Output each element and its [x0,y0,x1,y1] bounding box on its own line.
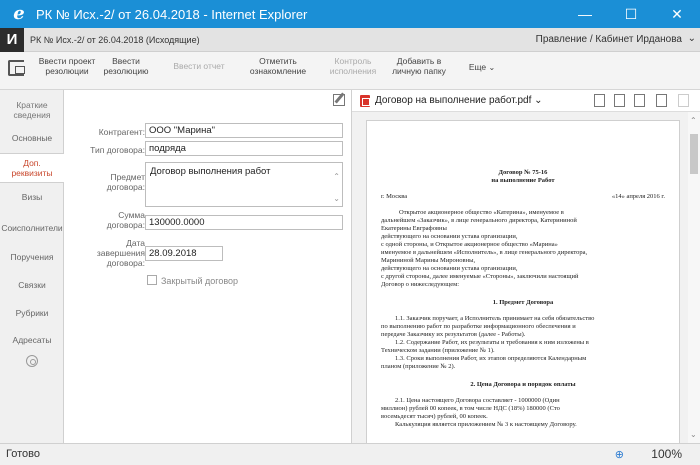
scroll-up-icon[interactable]: ⌃ [690,116,697,125]
window-controls: — ☐ ✕ [562,0,700,28]
scroll-down-icon[interactable]: ⌄ [690,430,697,439]
edit-icon[interactable] [333,94,345,106]
sidebar: Краткие сведения Основные Доп. реквизиты В… [0,90,64,443]
end-date-field[interactable]: 28.09.2018 [145,246,223,261]
copy-document-icon[interactable] [634,94,645,107]
status-bar: Готово ⊕ 100% [0,443,700,465]
panel-toggle-icon[interactable] [8,60,25,76]
textarea-scroll[interactable]: ⌃ ⌄ [333,166,340,210]
doc-line: с другой стороны, далее именуемые «Сторо… [381,273,579,280]
doc-line: дальнейшем «Заказчик», в лице генерально… [381,217,577,224]
maximize-button[interactable]: ☐ [608,0,654,28]
sidebar-item-rubrics[interactable]: Рубрики [0,308,64,318]
enter-draft-resolution-button[interactable]: Ввести проект резолюции [38,56,96,76]
sidebar-item-coexecutors[interactable]: Соисполнители [0,223,64,233]
doc-line: передаче Заказчику их результатов (далее… [381,331,526,338]
more-button[interactable]: Еще ⌄ [462,62,502,73]
enter-resolution-button[interactable]: Ввести резолюцию [98,56,154,76]
sidebar-item-summary[interactable]: Краткие сведения [0,100,64,120]
execution-control-button[interactable]: Контроль исполнения [326,56,380,76]
doc-line: Договор о нижеследующем: [381,281,460,288]
doc-line: 1.1. Заказчик поручает, а Исполнитель пр… [395,315,595,322]
pdf-icon [360,94,370,107]
subject-field[interactable]: Договор выполнения работ ⌃ ⌄ [145,162,343,207]
new-document-icon[interactable] [594,94,605,107]
window-title-bar: e РК № Исх.-2/ от 26.04.2018 - Internet … [0,0,700,28]
user-cabinet[interactable]: Правление / Кабинет Ирданова [536,34,682,45]
doc-line: восемьдесят тысяч) рублей, 00 копеек. [381,413,488,420]
sidebar-item-assignments[interactable]: Поручения [0,252,64,262]
zoom-icon[interactable]: ⊕ [615,448,624,461]
scroll-thumb[interactable] [690,134,698,174]
internet-explorer-icon: e [13,3,25,24]
details-form: Контрагент: ООО "Марина" Тип договора: п… [65,90,350,443]
document-viewer: Договор на выполнение работ.pdf ⌄ Догово… [351,90,700,450]
doc-line: именуемое в дальнейшем «Исполнитель», в … [381,249,588,256]
subject-label: Предмет договора: [106,172,145,192]
sidebar-item-links[interactable]: Связки [0,280,64,290]
doc-line: Открытое акционерное общество «Катерина»… [399,209,564,216]
sum-label: Сумма договора: [106,210,145,230]
doc-section-heading: 2. Цена Договора и порядок оплаты [470,381,576,388]
delete-document-icon[interactable] [678,94,689,107]
sum-field[interactable]: 130000.0000 [145,215,343,230]
chevron-down-icon: ⌄ [488,63,496,72]
doc-section-heading: 1. Предмет Договора [492,299,554,306]
minimize-button[interactable]: — [562,0,608,28]
app-logo[interactable]: И [0,27,24,52]
contractor-label: Контрагент: [98,127,145,137]
document-title: РК № Исх.-2/ от 26.04.2018 (Исходящие) [30,34,200,45]
doc-line: с одной стороны, и Открытое акционерное … [381,241,558,248]
close-button[interactable]: ✕ [654,0,700,28]
sidebar-item-additional[interactable]: Доп. реквизиты [0,153,64,183]
closed-contract-label: Закрытый договор [161,276,239,286]
sidebar-item-main[interactable]: Основные [0,133,64,143]
doc-line: миллион) рублей 00 копеек, в том числе Н… [381,405,560,412]
mark-acquaintance-button[interactable]: Отметить ознакомление [240,56,316,76]
doc-line: Калькуляция является приложением № 3 к н… [395,421,577,428]
end-date-label: Дата завершения договора: [96,238,145,268]
zoom-level[interactable]: 100% [651,447,682,461]
viewer-toolbar: Договор на выполнение работ.pdf ⌄ [352,90,700,112]
contractor-field[interactable]: ООО "Марина" [145,123,343,138]
file-name-dropdown[interactable]: Договор на выполнение работ.pdf ⌄ [375,95,543,106]
doc-line: действующего на основании устава организ… [381,265,518,272]
app-header: И РК № Исх.-2/ от 26.04.2018 (Исходящие)… [0,27,700,52]
closed-contract-checkbox[interactable] [147,275,157,285]
doc-line: Марининой Марины Мироновны, [381,257,476,264]
doc-line: планом (приложение № 2). [381,363,456,370]
viewer-scrollbar[interactable]: ⌃ ⌄ [688,112,700,443]
doc-subtitle: на выполнение Работ [491,177,555,184]
settings-circle-icon[interactable] [26,355,38,367]
doc-line: Техническом задании (приложение № 1). [381,347,495,354]
add-to-personal-folder-button[interactable]: Добавить в личную папку [386,56,452,76]
doc-title: Договор № 75-16 [498,169,548,176]
window-title: РК № Исх.-2/ от 26.04.2018 - Internet Ex… [36,6,308,22]
sidebar-item-addressees[interactable]: Адресаты [0,335,64,345]
edit-document-icon[interactable] [614,94,625,107]
enter-report-button[interactable]: Ввести отчет [170,61,228,71]
pdf-page: Договор № 75-16 на выполнение Работ г. М… [366,120,680,450]
doc-line: Екатерины Евграфовны [381,225,447,232]
contract-type-label: Тип договора: [90,145,145,155]
doc-line: 1.3. Сроки выполнения Работ, их этапов о… [395,355,587,362]
doc-city-date: г. Москва «14» апреля 2016 г. [381,193,665,200]
export-document-icon[interactable] [656,94,667,107]
doc-line: по выполнению работ по разработке информ… [381,323,576,330]
toolbar: Ввести проект резолюции Ввести резолюцию В… [0,52,700,90]
doc-line: действующего на основании устава организ… [381,233,518,240]
doc-line: 1.2. Содержание Работ, их результаты и т… [395,339,589,346]
contract-type-field[interactable]: подряда [145,141,343,156]
sidebar-item-visas[interactable]: Визы [0,192,64,202]
doc-line: 2.1. Цена настоящего Договора составляет… [395,397,560,404]
status-text: Готово [6,448,40,460]
chevron-down-icon[interactable]: ⌄ [688,33,696,44]
